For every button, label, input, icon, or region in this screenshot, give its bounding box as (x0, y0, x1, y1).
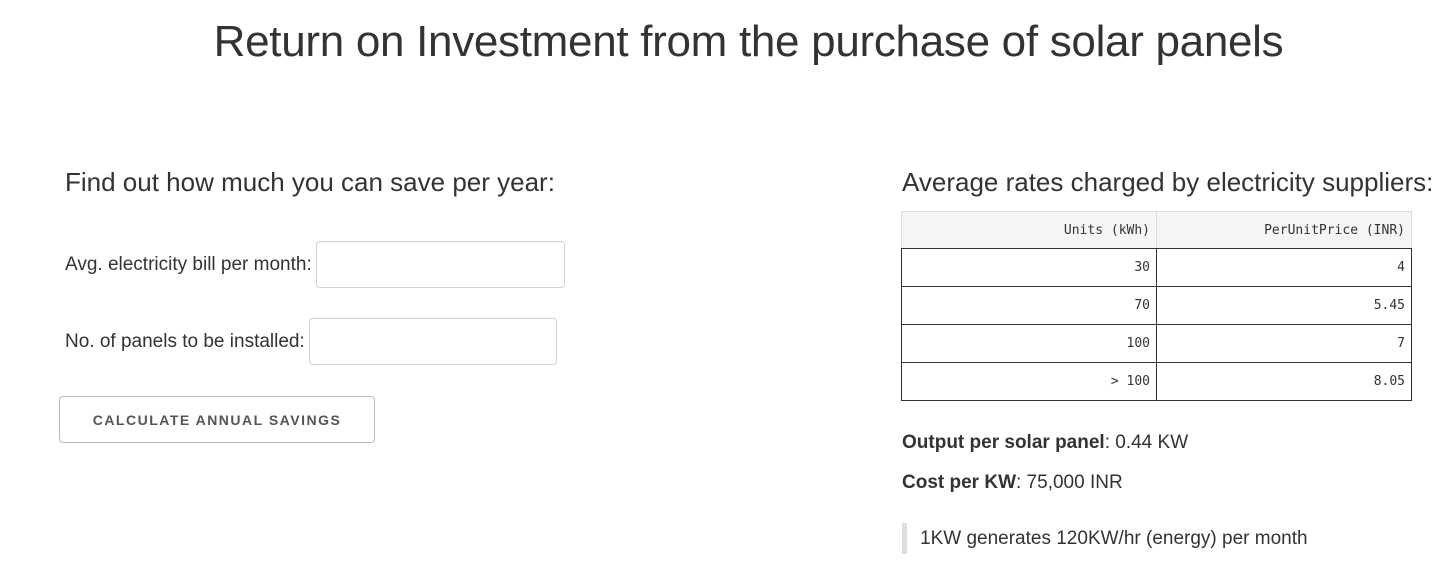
table-row: 100 7 (901, 324, 1412, 363)
units-cell: 30 (901, 248, 1157, 287)
units-cell: 70 (901, 286, 1157, 325)
energy-note-quote: 1KW generates 120KW/hr (energy) per mont… (902, 523, 1308, 554)
panel-count-input[interactable] (308, 318, 557, 365)
price-cell: 4 (1156, 248, 1412, 287)
units-column-header: Units (kWh) (901, 211, 1157, 249)
price-cell: 5.45 (1156, 286, 1412, 325)
rates-heading: Average rates charged by electricity sup… (902, 167, 1434, 197)
rates-table: Units (kWh) PerUnitPrice (INR) 30 4 70 5… (901, 211, 1412, 401)
table-row: 30 4 (901, 248, 1412, 287)
price-column-header: PerUnitPrice (INR) (1156, 211, 1412, 249)
bill-form-row: Avg. electricity bill per month: (65, 241, 565, 288)
price-cell: 7 (1156, 324, 1412, 363)
monthly-bill-input[interactable] (315, 241, 565, 288)
panels-form-row: No. of panels to be installed: (65, 318, 557, 365)
cost-per-kw: Cost per KW: 75,000 INR (902, 471, 1123, 495)
price-cell: 8.05 (1156, 362, 1412, 401)
calculate-annual-savings-button[interactable]: Calculate Annual Savings (59, 396, 375, 443)
calculator-heading: Find out how much you can save per year: (65, 167, 555, 197)
rates-table-header-row: Units (kWh) PerUnitPrice (INR) (901, 211, 1412, 249)
cost-label: Cost per KW (902, 472, 1016, 493)
units-cell: > 100 (901, 362, 1157, 401)
panels-label: No. of panels to be installed: (65, 331, 305, 352)
page-title: Return on Investment from the purchase o… (213, 17, 1284, 66)
units-cell: 100 (901, 324, 1157, 363)
table-row: > 100 8.05 (901, 362, 1412, 401)
output-value: : 0.44 KW (1104, 432, 1189, 453)
output-per-panel: Output per solar panel: 0.44 KW (902, 431, 1188, 455)
bill-label: Avg. electricity bill per month: (65, 254, 312, 275)
cost-value: : 75,000 INR (1016, 472, 1123, 493)
table-row: 70 5.45 (901, 286, 1412, 325)
output-label: Output per solar panel (902, 432, 1105, 453)
